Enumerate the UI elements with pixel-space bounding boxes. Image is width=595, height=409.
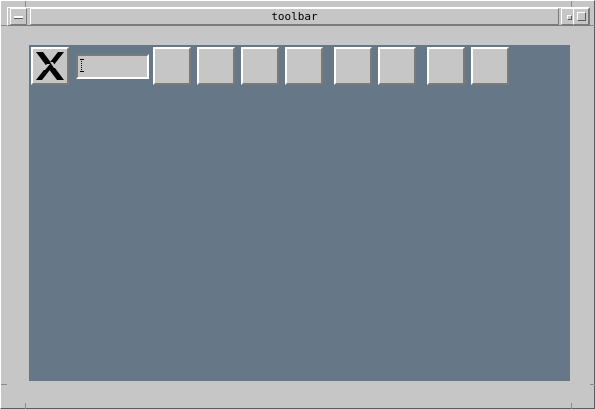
text-cursor-icon (80, 59, 84, 72)
toolbar-button-5[interactable] (334, 47, 372, 85)
resize-handle-left-bottom[interactable] (25, 403, 26, 409)
window-menu-button[interactable] (10, 8, 27, 25)
toolbar-button-2[interactable] (197, 47, 235, 85)
x-logo-icon (36, 52, 64, 80)
minimize-icon (567, 15, 572, 20)
toolbar-button-8[interactable] (471, 47, 509, 85)
resize-handle-bottom-right[interactable] (590, 384, 595, 385)
title-bar[interactable]: toolbar (7, 7, 590, 26)
window-menu-icon (14, 16, 23, 19)
toolbar-button-6[interactable] (378, 47, 416, 85)
text-input-field[interactable] (76, 54, 149, 79)
resize-handle-right-bottom[interactable] (571, 403, 572, 409)
maximize-button[interactable] (573, 8, 589, 25)
toolbar-button-7[interactable] (427, 47, 465, 85)
application-window: toolbar (0, 0, 595, 409)
resize-handle-bottom-left[interactable] (1, 384, 7, 385)
maximize-icon (577, 12, 586, 21)
resize-handle-top-right[interactable] (590, 25, 595, 26)
window-title[interactable]: toolbar (30, 8, 559, 25)
toolbar-button-1[interactable] (153, 47, 191, 85)
toolbar-client-area (29, 45, 570, 381)
x-logo-button[interactable] (31, 47, 69, 85)
toolbar-button-4[interactable] (285, 47, 323, 85)
toolbar-button-3[interactable] (241, 47, 279, 85)
